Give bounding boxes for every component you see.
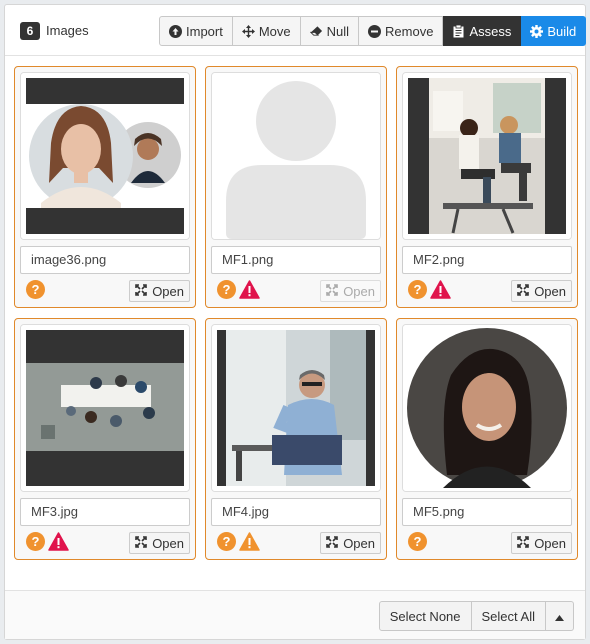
question-icon: ? <box>26 532 45 554</box>
open-button[interactable]: Open <box>511 280 572 302</box>
open-button[interactable]: Open <box>320 280 381 302</box>
null-button[interactable]: Null <box>300 16 360 46</box>
open-label: Open <box>534 283 566 299</box>
open-button[interactable]: Open <box>320 532 381 554</box>
open-button[interactable]: Open <box>129 280 190 302</box>
assess-button[interactable]: Assess <box>443 16 522 46</box>
image-name-field: image36.png <box>20 246 190 274</box>
expand-icon <box>326 535 338 551</box>
image-card[interactable]: MF2.png ? Open <box>396 66 578 308</box>
image-card[interactable]: MF3.jpg ? Open <box>14 318 196 560</box>
images-panel: 6 Images Import Move Null Remove Assess … <box>4 4 587 640</box>
open-label: Open <box>152 283 184 299</box>
image-thumbnail[interactable] <box>211 72 381 240</box>
move-arrows-icon <box>241 24 255 38</box>
svg-text:?: ? <box>223 534 231 549</box>
image-name-field: MF5.png <box>402 498 572 526</box>
two-portraits-image <box>21 73 189 239</box>
panel-title: Images <box>46 23 89 38</box>
status-icons: ? <box>26 532 69 554</box>
status-icons: ? <box>26 280 45 302</box>
build-label: Build <box>547 23 577 39</box>
expand-icon <box>135 283 147 299</box>
office-meeting-image <box>403 73 571 239</box>
question-icon: ? <box>408 280 427 302</box>
panel-header: 6 Images Import Move Null Remove Assess … <box>5 5 587 56</box>
selection-dropdown-button[interactable] <box>546 601 574 631</box>
woman-portrait-image <box>403 325 571 491</box>
move-button[interactable]: Move <box>232 16 301 46</box>
select-none-button[interactable]: Select None <box>378 601 472 631</box>
open-button[interactable]: Open <box>511 532 572 554</box>
image-card[interactable]: image36.png ? Open <box>14 66 196 308</box>
image-count-badge: 6 <box>20 22 40 40</box>
image-card[interactable]: MF4.jpg ? Open <box>205 318 387 560</box>
build-button[interactable]: Build <box>521 16 587 46</box>
svg-text:?: ? <box>414 534 422 549</box>
expand-icon <box>135 535 147 551</box>
svg-text:?: ? <box>32 534 40 549</box>
null-label: Null <box>326 23 350 39</box>
import-button[interactable]: Import <box>159 16 233 46</box>
select-all-button[interactable]: Select All <box>471 601 546 631</box>
warning-icon <box>430 280 451 302</box>
svg-text:?: ? <box>32 282 40 297</box>
warning-icon <box>239 280 260 302</box>
image-name-field: MF1.png <box>211 246 381 274</box>
image-thumbnail[interactable] <box>402 324 572 492</box>
question-icon: ? <box>217 532 236 554</box>
image-name-field: MF2.png <box>402 246 572 274</box>
minus-circle-icon <box>368 24 382 38</box>
image-thumbnail[interactable] <box>20 72 190 240</box>
image-card[interactable]: MF1.png ? Open <box>205 66 387 308</box>
expand-icon <box>326 283 338 299</box>
image-name-field: MF4.jpg <box>211 498 381 526</box>
status-icons: ? <box>408 532 427 554</box>
question-icon: ? <box>26 280 45 302</box>
open-button[interactable]: Open <box>129 532 190 554</box>
gear-icon <box>530 24 544 38</box>
svg-text:?: ? <box>223 282 231 297</box>
open-label: Open <box>343 283 375 299</box>
caution-icon <box>239 532 260 554</box>
caret-up-icon <box>555 609 564 624</box>
warning-icon <box>48 532 69 554</box>
remove-button[interactable]: Remove <box>359 16 444 46</box>
status-icons: ? <box>408 280 451 302</box>
question-icon: ? <box>408 532 427 554</box>
toolbar: Import Move Null Remove Assess Build <box>159 16 587 46</box>
placeholder-person-icon <box>212 73 380 239</box>
open-label: Open <box>152 535 184 551</box>
open-label: Open <box>343 535 375 551</box>
image-card[interactable]: MF5.png ? Open <box>396 318 578 560</box>
status-icons: ? <box>217 280 260 302</box>
man-at-desk-image <box>212 325 380 491</box>
assess-label: Assess <box>469 23 512 39</box>
status-icons: ? <box>217 532 260 554</box>
svg-text:?: ? <box>414 282 422 297</box>
clipboard-icon <box>452 24 465 38</box>
image-thumbnail[interactable] <box>20 324 190 492</box>
expand-icon <box>517 535 529 551</box>
selection-button-group: Select None Select All <box>378 601 574 631</box>
eraser-icon <box>309 25 323 38</box>
overhead-meeting-image <box>21 325 189 491</box>
image-thumbnail[interactable] <box>211 324 381 492</box>
panel-footer: Select None Select All <box>5 590 585 639</box>
image-thumbnail[interactable] <box>402 72 572 240</box>
remove-label: Remove <box>385 23 434 39</box>
move-label: Move <box>258 23 291 39</box>
arrow-up-circle-icon <box>169 24 182 38</box>
image-name-field: MF3.jpg <box>20 498 190 526</box>
import-label: Import <box>186 23 223 39</box>
open-label: Open <box>534 535 566 551</box>
question-icon: ? <box>217 280 236 302</box>
expand-icon <box>517 283 529 299</box>
